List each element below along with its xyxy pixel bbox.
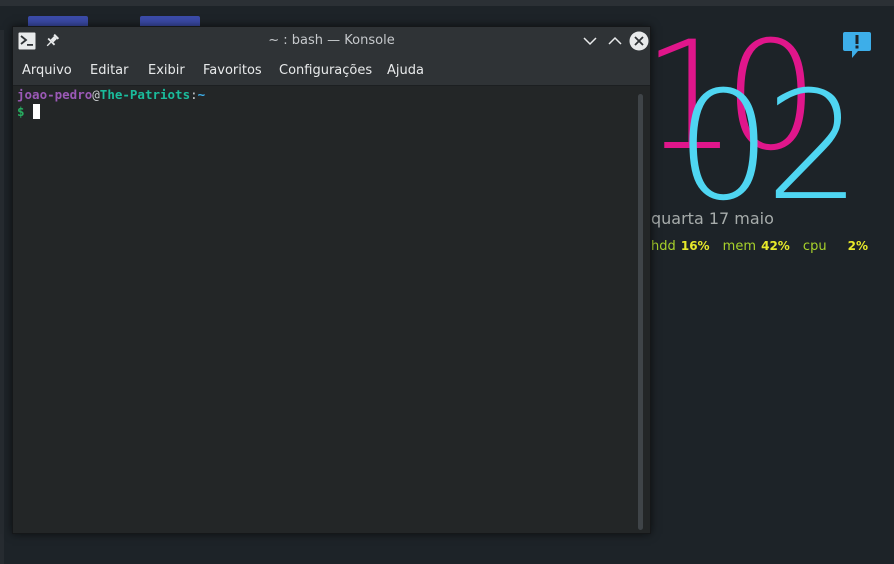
hdd-value: 16% <box>680 239 710 253</box>
desktop-top-bar <box>0 0 894 6</box>
scrollbar[interactable] <box>634 90 646 530</box>
menu-ajuda[interactable]: Ajuda <box>387 57 424 85</box>
prompt-separator: : <box>190 87 198 102</box>
pin-icon[interactable] <box>43 32 61 50</box>
cpu-label: cpu <box>802 239 827 254</box>
prompt-user: joao-pedro <box>17 87 93 102</box>
menu-configuracoes[interactable]: Configurações <box>279 57 372 85</box>
menubar: Arquivo Editar Exibir Favoritos Configur… <box>13 57 650 86</box>
hdd-label: hdd <box>651 239 676 254</box>
system-stats: hdd 16% mem 42% cpu 2% <box>651 235 876 254</box>
window-title: ~ : bash — Konsole <box>268 33 395 48</box>
input-line[interactable]: $ <box>17 104 40 119</box>
menu-favoritos[interactable]: Favoritos <box>203 57 262 85</box>
terminal-area[interactable]: joao-pedro@The-Patriots:~ $ <box>13 86 650 533</box>
date-label: quarta 17 maio <box>651 209 774 228</box>
mem-label: mem <box>722 239 756 254</box>
prompt-at: @ <box>92 87 100 102</box>
desktop-left-edge <box>0 30 4 564</box>
maximize-button[interactable] <box>606 32 624 50</box>
text-cursor <box>32 104 40 119</box>
prompt-symbol: $ <box>17 104 25 119</box>
cpu-value: 2% <box>847 239 869 253</box>
mem-value: 42% <box>761 239 790 253</box>
clock-minutes: 02 <box>676 60 861 234</box>
menu-editar[interactable]: Editar <box>90 57 129 85</box>
prompt-host: The-Patriots <box>99 87 191 102</box>
prompt-path: ~ <box>197 87 206 102</box>
scroll-handle[interactable] <box>638 94 643 530</box>
close-button[interactable] <box>628 30 650 52</box>
menu-arquivo[interactable]: Arquivo <box>22 57 72 85</box>
menu-exibir[interactable]: Exibir <box>148 57 185 85</box>
terminal-icon[interactable] <box>18 32 36 50</box>
titlebar[interactable]: ~ : bash — Konsole <box>13 27 650 57</box>
prompt-line: joao-pedro@The-Patriots:~ <box>17 87 205 102</box>
minimize-button[interactable] <box>581 32 599 50</box>
konsole-window: ~ : bash — Konsole Arquivo Editar Exibir… <box>12 26 651 534</box>
notification-icon[interactable] <box>842 30 872 60</box>
